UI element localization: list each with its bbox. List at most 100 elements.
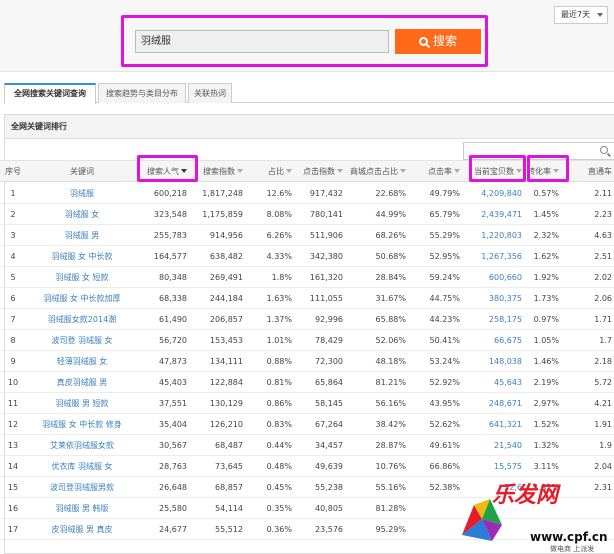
cell-keyword[interactable]: 羽绒服: [30, 183, 134, 204]
cell-share: 4.33%: [266, 252, 292, 261]
cell-keyword[interactable]: 真皮羽绒服 男: [30, 372, 134, 393]
cell-index: 13: [7, 441, 19, 450]
cell-share: 12.6%: [266, 189, 292, 198]
cell-ztc: 4.21: [594, 399, 612, 408]
header-conversion-label: 转化率: [527, 167, 551, 176]
cell-search-index: 134,111: [209, 357, 243, 366]
cell-popularity: 26,648: [159, 483, 187, 492]
sort-icon: [337, 169, 343, 173]
cell-search-index: 68,487: [215, 441, 243, 450]
cell-item-count[interactable]: 45,643: [462, 372, 522, 393]
cell-keyword[interactable]: 羽绒服 女: [30, 204, 134, 225]
date-range-select[interactable]: 最近7天: [554, 6, 608, 24]
cell-keyword[interactable]: 羽绒服 女 中长款 修身: [30, 414, 134, 435]
cell-search-index: 122,884: [209, 378, 243, 387]
cell-item-count[interactable]: 148,038: [462, 351, 522, 372]
cell-click-index: 342,380: [309, 252, 343, 261]
header-share[interactable]: 占比: [246, 161, 292, 183]
search-icon: [418, 37, 428, 46]
cell-popularity: 45,403: [159, 378, 187, 387]
cell-search-index: 914,956: [209, 231, 243, 240]
cell-item-count[interactable]: 380,375: [462, 288, 522, 309]
header-search-index[interactable]: 搜索指数: [190, 161, 243, 183]
cell-index: 9: [10, 357, 16, 366]
cell-search-index: 54,114: [215, 504, 243, 513]
cell-conversion: 1.62%: [533, 252, 559, 261]
cell-item-count[interactable]: 21,540: [462, 435, 522, 456]
cell-keyword[interactable]: 羽绒服 男 短款: [30, 393, 134, 414]
cell-index: 3: [10, 231, 16, 240]
cell-popularity: 25,580: [159, 504, 187, 513]
cell-click-index: 111,055: [309, 294, 343, 303]
tab-related-words[interactable]: 关联热词: [188, 83, 232, 103]
cell-item-count[interactable]: 248,671: [462, 393, 522, 414]
table-row: 1 羽绒服 600,218 1,817,248 12.6% 917,432 22.68% 49…: [0, 183, 614, 204]
cell-mall-click-share: 68.26%: [375, 231, 406, 240]
cell-search-index: 126,210: [209, 420, 243, 429]
cell-item-count[interactable]: 258,175: [462, 309, 522, 330]
table-row: 10 真皮羽绒服 男 45,403 122,884 0.81% 65,864 81.21% 5…: [0, 372, 614, 393]
cell-search-index: 68,857: [215, 483, 243, 492]
search-button[interactable]: 搜索: [395, 29, 481, 54]
cell-keyword[interactable]: 波司登羽绒服男款: [30, 477, 134, 498]
cell-index: 12: [7, 420, 19, 429]
cell-conversion: 1.46%: [533, 357, 559, 366]
cell-popularity: 37,551: [159, 399, 187, 408]
header-ctr[interactable]: 点击率: [412, 161, 460, 183]
cell-ztc: 2.04: [594, 462, 612, 471]
cell-ctr: 52.92%: [429, 378, 460, 387]
header-item-count[interactable]: 当前宝贝数: [462, 161, 522, 183]
cell-keyword[interactable]: 波司登 羽绒服 女: [30, 330, 134, 351]
cell-ztc: 1.9: [599, 441, 612, 450]
cell-conversion: 0.57%: [533, 189, 559, 198]
cell-item-count[interactable]: 641,321: [462, 414, 522, 435]
cell-search-index: 153,453: [209, 336, 243, 345]
cell-index: 8: [10, 336, 16, 345]
cell-ctr: 49.61%: [429, 441, 460, 450]
cell-popularity: 68,338: [159, 294, 187, 303]
cell-item-count[interactable]: 15,575: [462, 456, 522, 477]
cell-popularity: 56,720: [159, 336, 187, 345]
cell-search-index: 244,184: [209, 294, 243, 303]
cell-keyword[interactable]: 优衣库 羽绒服 女: [30, 456, 134, 477]
cell-item-count[interactable]: 1,220,803: [462, 225, 522, 246]
cell-keyword[interactable]: 羽绒服 女 中长款: [30, 246, 134, 267]
header-mall-click-share-label: 商城点击占比: [350, 167, 398, 176]
cell-click-index: 92,996: [315, 315, 343, 324]
cell-keyword[interactable]: 皮羽绒服 男 真皮: [30, 519, 134, 540]
cell-keyword[interactable]: 羽绒服女款2014潮: [30, 309, 134, 330]
tab-keyword-query[interactable]: 全网搜索关键词查询: [4, 83, 96, 104]
panel-filter-input[interactable]: [463, 142, 614, 160]
header-keyword: 关键词: [70, 167, 94, 176]
header-click-index[interactable]: 点击指数: [295, 161, 343, 183]
cell-ztc: 2.18: [594, 357, 612, 366]
cell-item-count[interactable]: 600,660: [462, 267, 522, 288]
cell-keyword[interactable]: 轻薄羽绒服 女: [30, 351, 134, 372]
cell-item-count[interactable]: 1,267,356: [462, 246, 522, 267]
cell-popularity: 35,404: [159, 420, 187, 429]
tab-search-trend[interactable]: 搜索趋势与类目分布: [98, 83, 186, 103]
cell-item-count[interactable]: 4,209,840: [462, 183, 522, 204]
cell-keyword[interactable]: 羽绒服 男: [30, 225, 134, 246]
cell-click-index: 58,145: [315, 399, 343, 408]
header-conversion[interactable]: 转化率: [527, 161, 559, 183]
search-button-label: 搜索: [432, 34, 457, 48]
cell-ctr: 49.79%: [429, 189, 460, 198]
cell-keyword[interactable]: 羽绒服 女 短款: [30, 267, 134, 288]
cell-popularity: 164,577: [153, 252, 187, 261]
cell-item-count[interactable]: 66,675: [462, 330, 522, 351]
cell-mall-click-share: 10.76%: [375, 462, 406, 471]
cell-keyword[interactable]: 羽绒服 男 韩版: [30, 498, 134, 519]
cell-mall-click-share: 95.29%: [375, 525, 406, 534]
header-popularity[interactable]: 搜索人气: [136, 161, 187, 183]
cell-ctr: 65.79%: [429, 210, 460, 219]
cell-click-index: 67,264: [315, 420, 343, 429]
cell-keyword[interactable]: 羽绒服 女 中长款加厚: [30, 288, 134, 309]
cell-keyword[interactable]: 艾莱依羽绒服女款: [30, 435, 134, 456]
cell-item-count[interactable]: 2,439,471: [462, 204, 522, 225]
sort-icon: [516, 169, 522, 173]
search-input[interactable]: 羽绒服: [135, 30, 389, 53]
header-mall-click-share[interactable]: 商城点击占比: [348, 161, 406, 183]
sort-icon: [553, 169, 559, 173]
table-row: 8 波司登 羽绒服 女 56,720 153,453 1.01% 78,429 52.06%…: [0, 330, 614, 351]
